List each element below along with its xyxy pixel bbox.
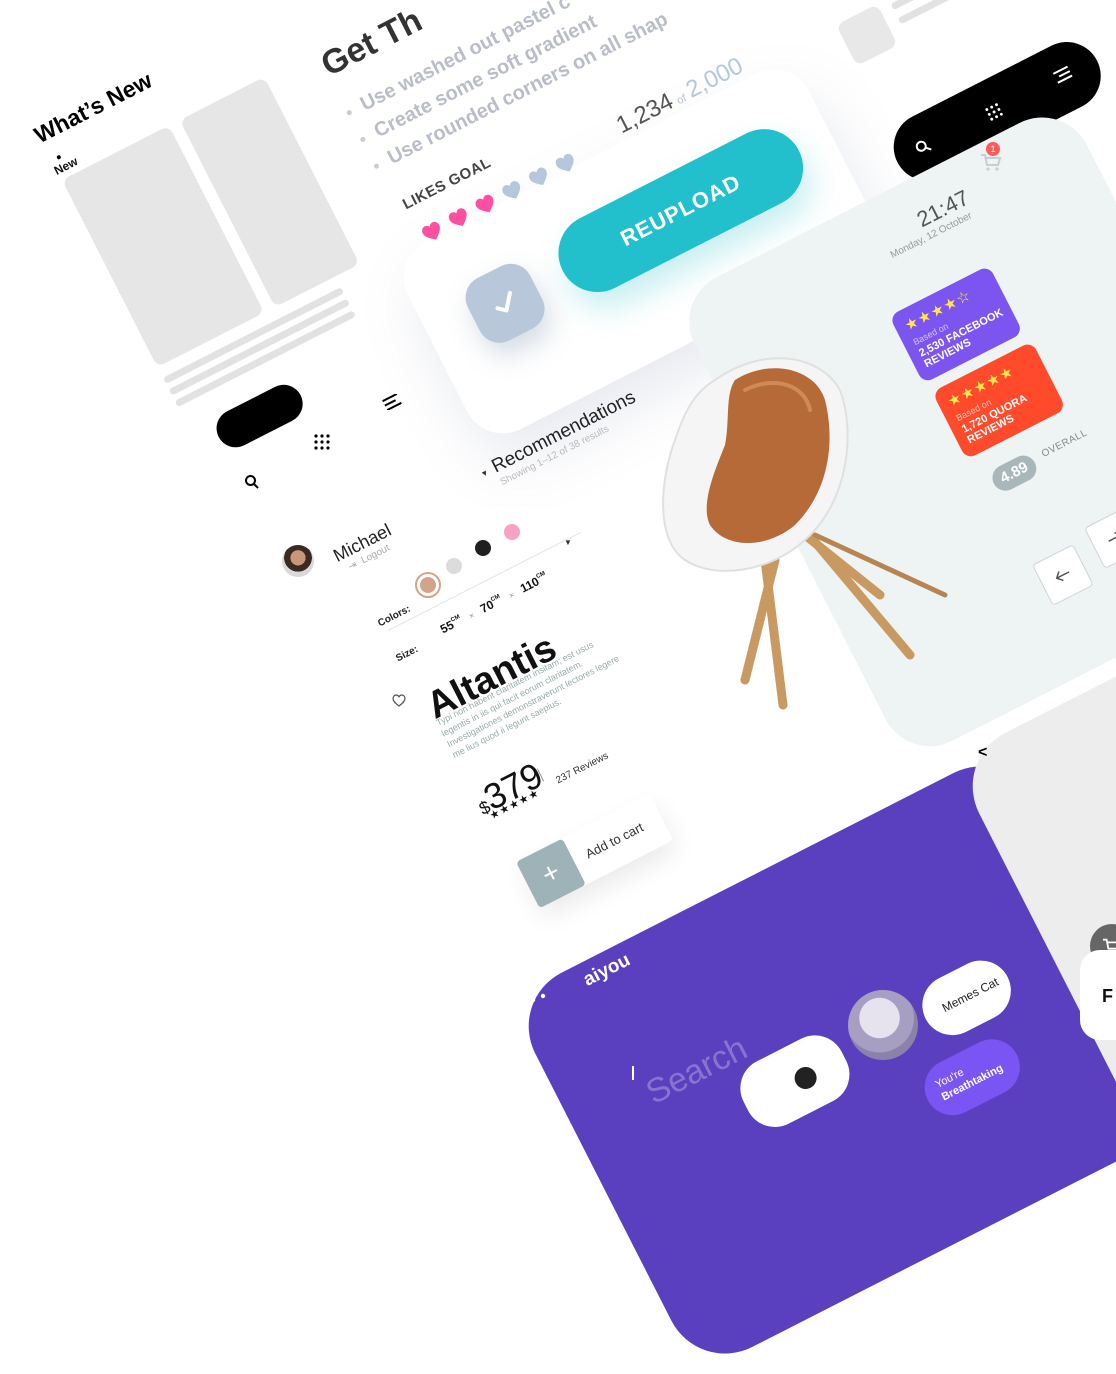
partial-white-card: F [1080, 950, 1116, 1040]
bullet-icon [345, 108, 353, 116]
chair-image [662, 357, 948, 710]
size-unit: CM [450, 614, 462, 624]
menu-icon[interactable] [382, 393, 402, 415]
plus-icon: + [516, 838, 586, 909]
avatar [790, 1063, 821, 1093]
partial-letter: F [1102, 986, 1113, 1006]
app-menu-dots-icon[interactable] [525, 978, 549, 1011]
reviews-count: 237 Reviews [554, 750, 611, 787]
size-separator: × [467, 609, 477, 622]
user-info: Michael ⇥ Logout [330, 520, 400, 577]
likes-of: of [674, 92, 689, 108]
size-unit: CM [490, 593, 502, 604]
nav-menu-icon[interactable] [1051, 64, 1073, 85]
add-to-cart-label: Add to cart [582, 819, 646, 862]
grid-dots-icon[interactable] [312, 432, 332, 457]
bullet-icon [372, 162, 380, 170]
placeholder-thumb [836, 4, 898, 66]
caret-down-icon: ▼ [478, 467, 491, 479]
color-swatch-pink[interactable] [504, 524, 520, 540]
memes-cat-label: Memes Cat [939, 974, 1001, 1015]
color-swatch-black[interactable] [475, 540, 491, 556]
meme-cat-avatar[interactable] [848, 990, 918, 1060]
wireframe-pill-button[interactable] [210, 378, 310, 454]
logout-icon: ⇥ [346, 559, 360, 573]
search-caret [632, 1066, 634, 1080]
bullet-icon [359, 135, 367, 143]
cart-count-badge: 1 [986, 142, 1000, 156]
new-dot [56, 154, 62, 160]
nav-grid-icon[interactable] [982, 100, 1006, 124]
arrow-right-icon [1108, 531, 1116, 542]
user-avatar[interactable] [282, 545, 314, 577]
back-chevron-icon[interactable]: < [978, 744, 987, 762]
whats-new-title: What’s New [30, 66, 157, 149]
reviews-link-group[interactable]: 237 Reviews [552, 746, 611, 788]
color-swatch-gray[interactable] [446, 558, 462, 574]
size-unit: CM [535, 570, 547, 581]
placeholder-line [897, 0, 964, 25]
size-values: 55CM × 70CM × 110CM [437, 568, 551, 638]
size-label: Size: [394, 643, 421, 665]
size-row: Size: [392, 639, 421, 666]
checkmark-icon [495, 290, 512, 313]
heart-outline-icon[interactable] [392, 694, 406, 712]
nav-search-icon[interactable] [912, 136, 934, 158]
search-icon[interactable] [244, 474, 260, 495]
add-to-cart-button[interactable]: + Add to cart [516, 793, 674, 909]
size-separator: × [507, 589, 517, 601]
color-swatch-tan[interactable] [420, 577, 436, 593]
wireframe-header: What’s New [30, 67, 157, 149]
arrow-left-icon [1055, 571, 1070, 582]
